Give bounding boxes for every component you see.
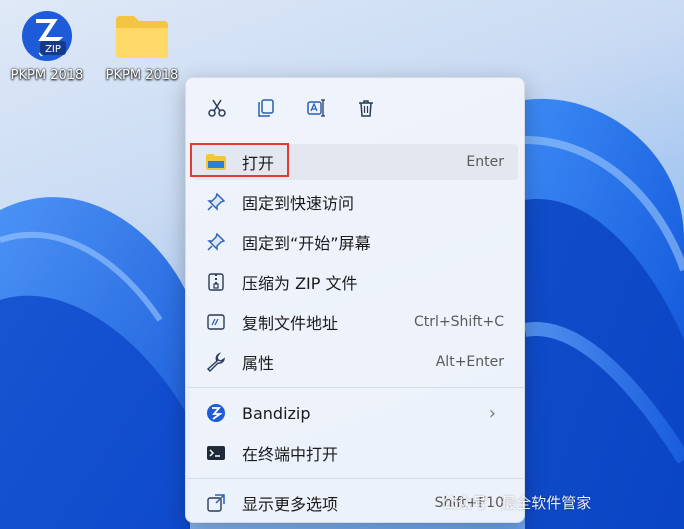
delete-button[interactable] bbox=[350, 92, 382, 124]
menu-item-shortcut: Enter bbox=[466, 154, 504, 170]
menu-item-label: 固定到快速访问 bbox=[242, 194, 355, 213]
zip-file-icon bbox=[204, 270, 228, 294]
menu-item-label: 复制文件地址 bbox=[242, 314, 339, 333]
menu-item-open-terminal[interactable]: 在终端中打开 bbox=[192, 435, 518, 471]
menu-item-shortcut: Alt+Enter bbox=[435, 354, 504, 370]
terminal-icon bbox=[204, 441, 228, 465]
copy-icon bbox=[258, 99, 274, 117]
context-menu-toolbar bbox=[186, 78, 524, 138]
rename-icon bbox=[307, 99, 325, 117]
menu-item-pin-quick-access[interactable]: 固定到快速访问 bbox=[192, 184, 518, 220]
menu-item-label: 属性 bbox=[242, 354, 275, 373]
menu-separator bbox=[186, 478, 524, 479]
menu-item-label: 显示更多选项 bbox=[242, 495, 339, 514]
menu-item-label: Bandizip bbox=[242, 403, 311, 423]
menu-item-properties[interactable]: 属性 Alt+Enter bbox=[192, 344, 518, 380]
menu-item-bandizip[interactable]: Bandizip › bbox=[192, 395, 518, 431]
menu-item-compress-zip[interactable]: 压缩为 ZIP 文件 bbox=[192, 264, 518, 300]
more-options-icon bbox=[204, 491, 228, 515]
open-highlight-box bbox=[190, 143, 289, 177]
menu-item-label: 在终端中打开 bbox=[242, 445, 339, 464]
desktop-icon-folder[interactable]: PKPM 2018 bbox=[99, 6, 185, 83]
zip-archive-icon: ZIP bbox=[22, 11, 72, 61]
pin-icon bbox=[204, 230, 228, 254]
menu-item-label: 固定到“开始”屏幕 bbox=[242, 234, 371, 253]
cut-button[interactable] bbox=[201, 92, 233, 124]
menu-item-shortcut: Ctrl+Shift+C bbox=[414, 314, 504, 330]
menu-item-pin-start[interactable]: 固定到“开始”屏幕 bbox=[192, 224, 518, 260]
desktop-icon-zip[interactable]: ZIP PKPM 2018 bbox=[4, 6, 90, 83]
pin-icon bbox=[204, 190, 228, 214]
menu-item-label: 压缩为 ZIP 文件 bbox=[242, 274, 358, 293]
folder-icon bbox=[116, 16, 168, 58]
rename-button[interactable] bbox=[300, 92, 332, 124]
desktop-icon-label: PKPM 2018 bbox=[105, 68, 179, 83]
chevron-right-icon: › bbox=[488, 402, 496, 424]
desktop-icon-label: PKPM 2018 bbox=[10, 68, 84, 83]
wrench-icon bbox=[204, 350, 228, 374]
menu-separator bbox=[186, 387, 524, 388]
zip-badge-text: ZIP bbox=[45, 44, 61, 55]
copy-button[interactable] bbox=[250, 92, 282, 124]
bandizip-icon bbox=[204, 401, 228, 425]
scissors-icon bbox=[208, 99, 226, 117]
trash-icon bbox=[359, 100, 373, 117]
watermark-text: 公众号 · 最全软件管家 bbox=[442, 494, 592, 512]
path-icon bbox=[204, 310, 228, 334]
menu-item-copy-path[interactable]: 复制文件地址 Ctrl+Shift+C bbox=[192, 304, 518, 340]
